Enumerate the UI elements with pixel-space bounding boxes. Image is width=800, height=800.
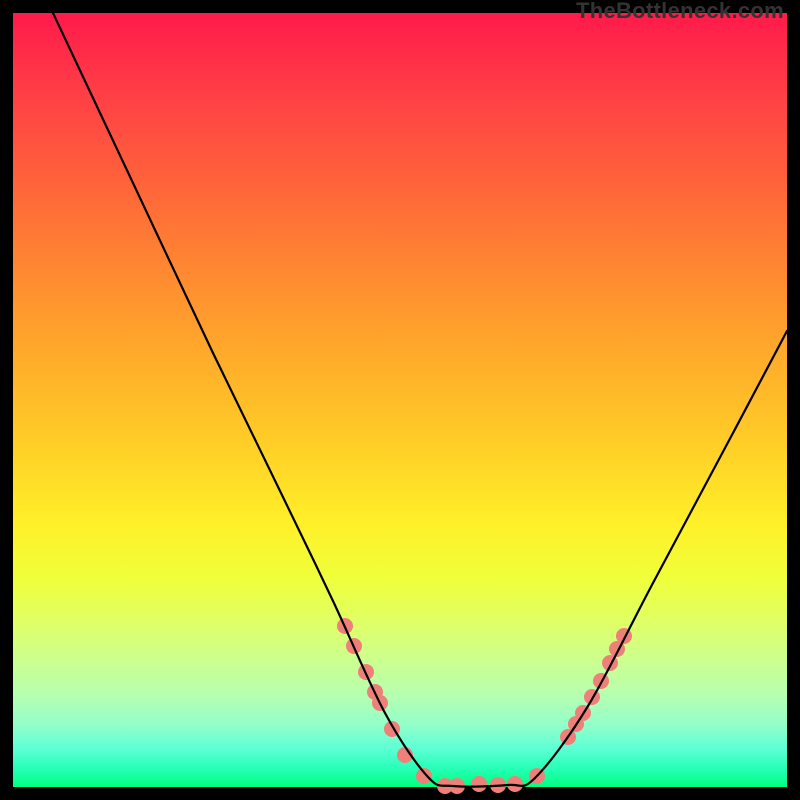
chart-svg [13, 13, 787, 787]
marker-dot [471, 776, 487, 792]
marker-dot [416, 768, 432, 784]
bottleneck-curve [53, 13, 787, 787]
watermark-text: TheBottleneck.com [576, 0, 784, 22]
plot-area [13, 13, 787, 787]
